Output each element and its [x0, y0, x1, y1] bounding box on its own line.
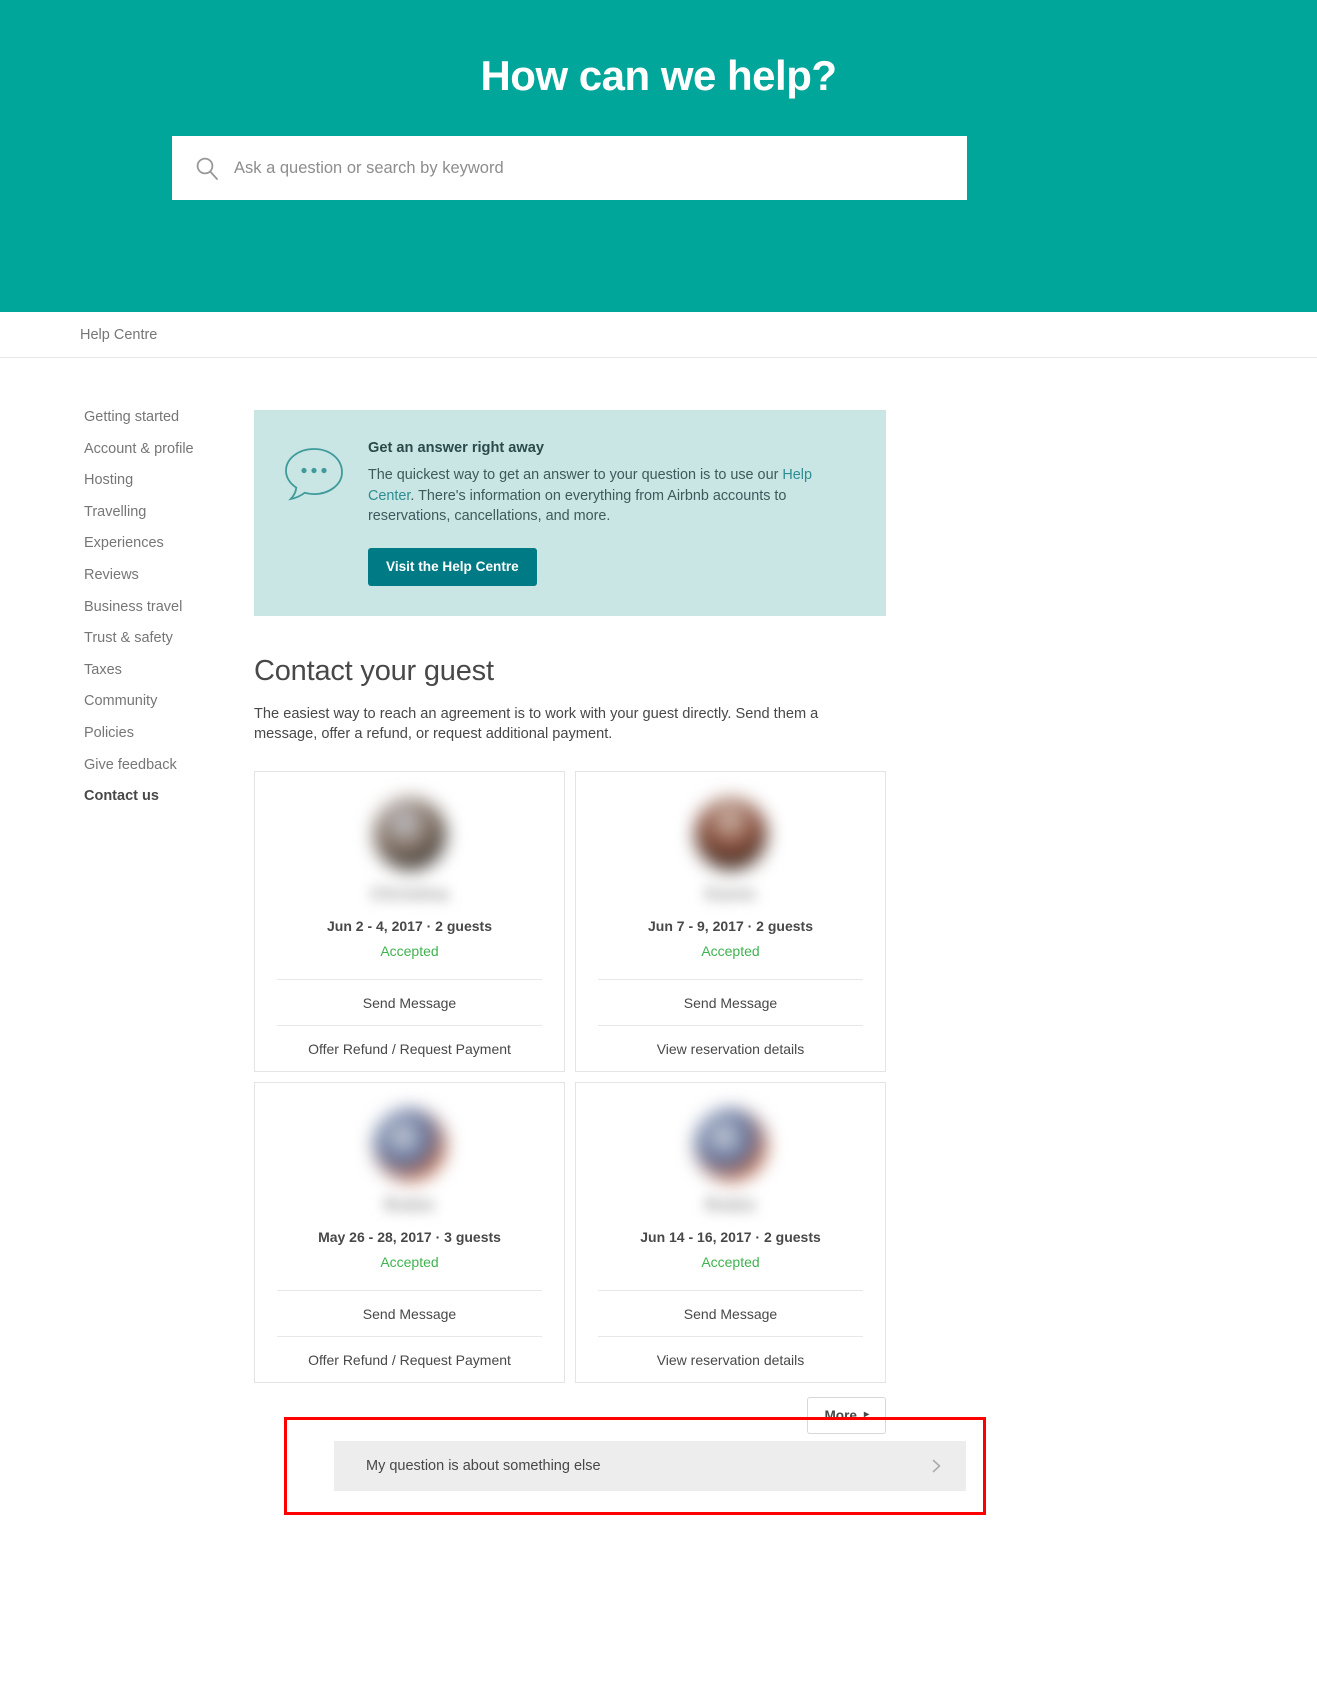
- more-button-label: More: [824, 1407, 857, 1423]
- callout-title: Get an answer right away: [368, 440, 544, 456]
- reservation-card[interactable]: Robin May 26 - 28, 2017 · 3 guests Accep…: [254, 1081, 565, 1383]
- sidebar-item-business-travel[interactable]: Business travel: [84, 599, 254, 614]
- avatar: [694, 1108, 767, 1181]
- something-else-label: My question is about something else: [366, 1458, 601, 1474]
- guest-name: Karen: [704, 883, 757, 904]
- callout-text-after: . There's information on everything from…: [368, 487, 787, 525]
- sidebar-item-reviews[interactable]: Reviews: [84, 568, 254, 583]
- sidebar-item-trust-safety[interactable]: Trust & safety: [84, 631, 254, 646]
- sidebar-item-community[interactable]: Community: [84, 694, 254, 709]
- search-icon: [194, 155, 220, 181]
- breadcrumb: Help Centre: [0, 312, 1317, 358]
- page-title: How can we help?: [480, 52, 837, 99]
- more-button[interactable]: More ▸: [807, 1396, 886, 1434]
- send-message-link[interactable]: Send Message: [277, 1289, 542, 1336]
- sidebar-item-policies[interactable]: Policies: [84, 726, 254, 741]
- more-row: More ▸: [254, 1396, 886, 1434]
- search-box[interactable]: [172, 136, 967, 200]
- reservation-card[interactable]: Robin Jun 14 - 16, 2017 · 2 guests Accep…: [575, 1081, 886, 1383]
- hero-banner: How can we help?: [0, 0, 1317, 312]
- sidebar-nav: Getting started Account & profile Hostin…: [0, 410, 254, 1434]
- visit-help-centre-button[interactable]: Visit the Help Centre: [368, 547, 537, 586]
- view-reservation-details-link[interactable]: View reservation details: [598, 1024, 863, 1071]
- send-message-link[interactable]: Send Message: [277, 978, 542, 1025]
- offer-refund-request-payment-link[interactable]: Offer Refund / Request Payment: [277, 1024, 542, 1071]
- chevron-right-icon: [928, 1458, 944, 1474]
- sidebar-item-contact-us[interactable]: Contact us: [84, 789, 254, 804]
- guest-name: Christina: [370, 883, 449, 904]
- breadcrumb-item-help-centre[interactable]: Help Centre: [80, 327, 157, 343]
- sidebar-item-getting-started[interactable]: Getting started: [84, 410, 254, 425]
- search-input[interactable]: [234, 158, 945, 178]
- reservation-dates: Jun 7 - 9, 2017 · 2 guests: [648, 917, 813, 934]
- send-message-link[interactable]: Send Message: [598, 1289, 863, 1336]
- section-title: Contact your guest: [254, 654, 494, 687]
- main-column: Get an answer right away The quickest wa…: [254, 410, 886, 1434]
- sidebar-item-taxes[interactable]: Taxes: [84, 663, 254, 678]
- sidebar-item-travelling[interactable]: Travelling: [84, 505, 254, 520]
- callout-text: The quickest way to get an answer to you…: [368, 465, 858, 527]
- help-centre-page: How can we help? Help Centre Getting sta…: [0, 0, 1317, 1690]
- status-badge: Accepted: [701, 1253, 760, 1270]
- reservation-card[interactable]: Christina Jun 2 - 4, 2017 · 2 guests Acc…: [254, 770, 565, 1072]
- sidebar-item-experiences[interactable]: Experiences: [84, 536, 254, 551]
- status-badge: Accepted: [380, 942, 439, 959]
- sidebar-item-give-feedback[interactable]: Give feedback: [84, 757, 254, 772]
- sidebar-item-hosting[interactable]: Hosting: [84, 473, 254, 488]
- avatar: [373, 1108, 446, 1181]
- help-centre-callout: Get an answer right away The quickest wa…: [254, 410, 886, 616]
- reservation-card-grid: Christina Jun 2 - 4, 2017 · 2 guests Acc…: [254, 770, 886, 1383]
- reservation-dates: May 26 - 28, 2017 · 3 guests: [318, 1228, 501, 1245]
- sidebar-item-account-profile[interactable]: Account & profile: [84, 441, 254, 456]
- section-description: The easiest way to reach an agreement is…: [254, 705, 819, 743]
- callout-text-before: The quickest way to get an answer to you…: [368, 467, 783, 483]
- reservation-dates: Jun 14 - 16, 2017 · 2 guests: [640, 1228, 821, 1245]
- reservation-card[interactable]: Karen Jun 7 - 9, 2017 · 2 guests Accepte…: [575, 770, 886, 1072]
- avatar: [373, 797, 446, 870]
- reservation-dates: Jun 2 - 4, 2017 · 2 guests: [327, 917, 492, 934]
- callout-body: Get an answer right away The quickest wa…: [368, 436, 858, 586]
- guest-name: Robin: [384, 1194, 435, 1215]
- speech-bubble-icon: [282, 446, 346, 504]
- view-reservation-details-link[interactable]: View reservation details: [598, 1335, 863, 1382]
- avatar: [694, 797, 767, 870]
- status-badge: Accepted: [701, 942, 760, 959]
- page-content: Getting started Account & profile Hostin…: [0, 358, 1317, 1434]
- guest-name: Robin: [705, 1194, 756, 1215]
- something-else-row[interactable]: My question is about something else: [334, 1441, 966, 1491]
- status-badge: Accepted: [380, 1253, 439, 1270]
- offer-refund-request-payment-link[interactable]: Offer Refund / Request Payment: [277, 1335, 542, 1382]
- caret-right-icon: ▸: [863, 1409, 869, 1420]
- send-message-link[interactable]: Send Message: [598, 978, 863, 1025]
